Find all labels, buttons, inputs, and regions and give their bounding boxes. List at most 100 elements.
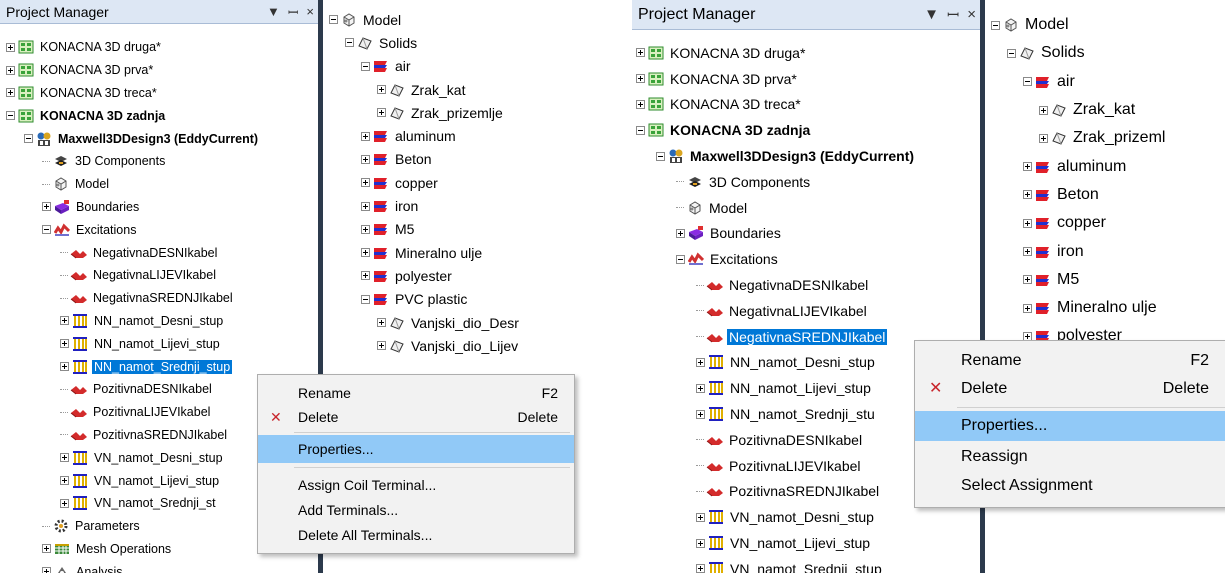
tree-node[interactable]: Model bbox=[42, 173, 111, 196]
tree-node[interactable]: PozitivnaDESNIkabel bbox=[696, 427, 864, 453]
expand-icon[interactable] bbox=[377, 318, 386, 328]
collapse-icon[interactable] bbox=[6, 111, 15, 121]
expand-icon[interactable] bbox=[1023, 162, 1032, 172]
tree-node[interactable]: M5 bbox=[361, 218, 416, 241]
menu-item-rename[interactable]: Rename F2 bbox=[258, 381, 574, 405]
expand-icon[interactable] bbox=[696, 409, 705, 419]
tree-node[interactable]: KONACNA 3D prva* bbox=[6, 59, 155, 82]
tree-node[interactable]: KONACNA 3D druga* bbox=[636, 40, 807, 66]
expand-icon[interactable] bbox=[696, 383, 705, 393]
expand-icon[interactable] bbox=[361, 271, 370, 281]
tree-node[interactable]: Zrak_prizeml bbox=[1039, 124, 1167, 152]
menu-item-properties[interactable]: Properties... bbox=[258, 435, 574, 463]
tree-node[interactable]: Maxwell3DDesign3 (EddyCurrent) bbox=[24, 127, 260, 150]
expand-icon[interactable] bbox=[1023, 247, 1032, 257]
expand-icon[interactable] bbox=[676, 228, 685, 238]
tree-node[interactable]: VN_namot_Srednji_stup bbox=[696, 556, 884, 573]
tree-node[interactable]: 3D Components bbox=[676, 169, 812, 195]
tree-node[interactable]: VN_namot_Lijevi_stup bbox=[696, 530, 872, 556]
expand-icon[interactable] bbox=[60, 339, 69, 349]
tree-node[interactable]: VN_namot_Desni_stup bbox=[696, 504, 876, 530]
expand-icon[interactable] bbox=[636, 99, 645, 109]
tree-node[interactable]: KONACNA 3D treca* bbox=[636, 92, 803, 118]
tree-node[interactable]: air bbox=[1023, 68, 1077, 96]
tree-node[interactable]: Zrak_kat bbox=[1039, 96, 1137, 124]
tree-node[interactable]: NN_namot_Lijevi_stup bbox=[696, 375, 873, 401]
tree-node[interactable]: KONACNA 3D druga* bbox=[6, 36, 163, 59]
expand-icon[interactable] bbox=[1039, 105, 1048, 115]
tree-node[interactable]: PozitivnaDESNIkabel bbox=[60, 378, 214, 401]
tree-node[interactable]: Analysis bbox=[42, 560, 125, 573]
expand-icon[interactable] bbox=[1023, 218, 1032, 228]
collapse-icon[interactable] bbox=[656, 151, 665, 161]
tree-node[interactable]: Parameters bbox=[42, 515, 142, 538]
collapse-icon[interactable] bbox=[1023, 77, 1032, 87]
tree-node[interactable]: aluminum bbox=[361, 125, 458, 148]
menu-item-assign-coil-terminal[interactable]: Assign Coil Terminal... bbox=[258, 473, 574, 497]
expand-icon[interactable] bbox=[361, 224, 370, 234]
tree-node[interactable]: air bbox=[361, 55, 413, 78]
tree-node[interactable]: NegativnaSREDNJIkabel bbox=[696, 324, 889, 350]
tree-node[interactable]: KONACNA 3D prva* bbox=[636, 66, 799, 92]
expand-icon[interactable] bbox=[377, 341, 386, 351]
collapse-icon[interactable] bbox=[1007, 48, 1016, 58]
expand-icon[interactable] bbox=[42, 544, 51, 554]
expand-icon[interactable] bbox=[60, 476, 69, 486]
collapse-icon[interactable] bbox=[345, 38, 354, 48]
expand-icon[interactable] bbox=[1023, 275, 1032, 285]
expand-icon[interactable] bbox=[6, 65, 15, 75]
tree-node[interactable]: Boundaries bbox=[42, 196, 141, 219]
tree-node[interactable]: Model bbox=[991, 11, 1071, 39]
menu-item-delete-all-terminals[interactable]: Delete All Terminals... bbox=[258, 523, 574, 547]
expand-icon[interactable] bbox=[696, 538, 705, 548]
expand-icon[interactable] bbox=[377, 108, 386, 118]
collapse-icon[interactable] bbox=[636, 125, 645, 135]
expand-icon[interactable] bbox=[1039, 133, 1048, 143]
menu-item-select-assignment[interactable]: Select Assignment bbox=[915, 472, 1225, 500]
tree-node[interactable]: NN_namot_Lijevi_stup bbox=[60, 332, 222, 355]
collapse-icon[interactable] bbox=[329, 15, 338, 25]
tree-node[interactable]: KONACNA 3D treca* bbox=[6, 82, 159, 105]
expand-icon[interactable] bbox=[60, 498, 69, 508]
tree-node[interactable]: Zrak_kat bbox=[377, 78, 467, 101]
collapse-icon[interactable] bbox=[361, 61, 370, 71]
expand-icon[interactable] bbox=[636, 48, 645, 58]
tree-node[interactable]: NN_namot_Desni_stup bbox=[60, 310, 225, 333]
tree-node[interactable]: NN_namot_Srednji_stu bbox=[696, 401, 877, 427]
tree-node[interactable]: Model bbox=[676, 195, 749, 221]
menu-item-rename[interactable]: Rename F2 bbox=[915, 347, 1225, 375]
tree-node[interactable]: NegativnaDESNIkabel bbox=[60, 241, 219, 264]
tree-node[interactable]: Mineralno ulje bbox=[1023, 294, 1159, 322]
tree-node[interactable]: copper bbox=[1023, 209, 1108, 237]
collapse-icon[interactable] bbox=[24, 134, 33, 144]
expand-icon[interactable] bbox=[636, 74, 645, 84]
expand-icon[interactable] bbox=[60, 362, 69, 372]
tree-node[interactable]: Solids bbox=[345, 31, 419, 54]
tree-node[interactable]: NegativnaLIJEVIkabel bbox=[60, 264, 218, 287]
tree-node[interactable]: Mesh Operations bbox=[42, 538, 173, 561]
tree-node[interactable]: Excitations bbox=[676, 246, 780, 272]
tree-node[interactable]: NN_namot_Desni_stup bbox=[696, 350, 877, 376]
expand-icon[interactable] bbox=[42, 567, 51, 573]
tree-node[interactable]: VN_namot_Lijevi_stup bbox=[60, 469, 221, 492]
collapse-icon[interactable] bbox=[676, 254, 685, 264]
tree-node[interactable]: iron bbox=[1023, 237, 1086, 265]
tree-node[interactable]: PozitivnaSREDNJIkabel bbox=[696, 479, 881, 505]
tree-node[interactable]: polyester bbox=[361, 264, 454, 287]
tree-node[interactable]: Mineralno ulje bbox=[361, 241, 484, 264]
tree-node[interactable]: KONACNA 3D zadnja bbox=[636, 117, 812, 143]
menu-item-delete[interactable]: ✕ Delete Delete bbox=[915, 375, 1225, 403]
expand-icon[interactable] bbox=[696, 564, 705, 573]
expand-icon[interactable] bbox=[361, 248, 370, 258]
tree-node[interactable]: Model bbox=[329, 8, 403, 31]
tree-node[interactable]: PozitivnaLIJEVIkabel bbox=[60, 401, 212, 424]
expand-icon[interactable] bbox=[377, 85, 386, 95]
expand-icon[interactable] bbox=[6, 88, 15, 98]
expand-icon[interactable] bbox=[1023, 303, 1032, 313]
tree-node[interactable]: NegativnaLIJEVIkabel bbox=[696, 298, 869, 324]
expand-icon[interactable] bbox=[696, 512, 705, 522]
tree-node[interactable]: PVC plastic bbox=[361, 288, 469, 311]
tree-node[interactable]: Excitations bbox=[42, 218, 138, 241]
tree-node[interactable]: 3D Components bbox=[42, 150, 167, 173]
expand-icon[interactable] bbox=[361, 154, 370, 164]
